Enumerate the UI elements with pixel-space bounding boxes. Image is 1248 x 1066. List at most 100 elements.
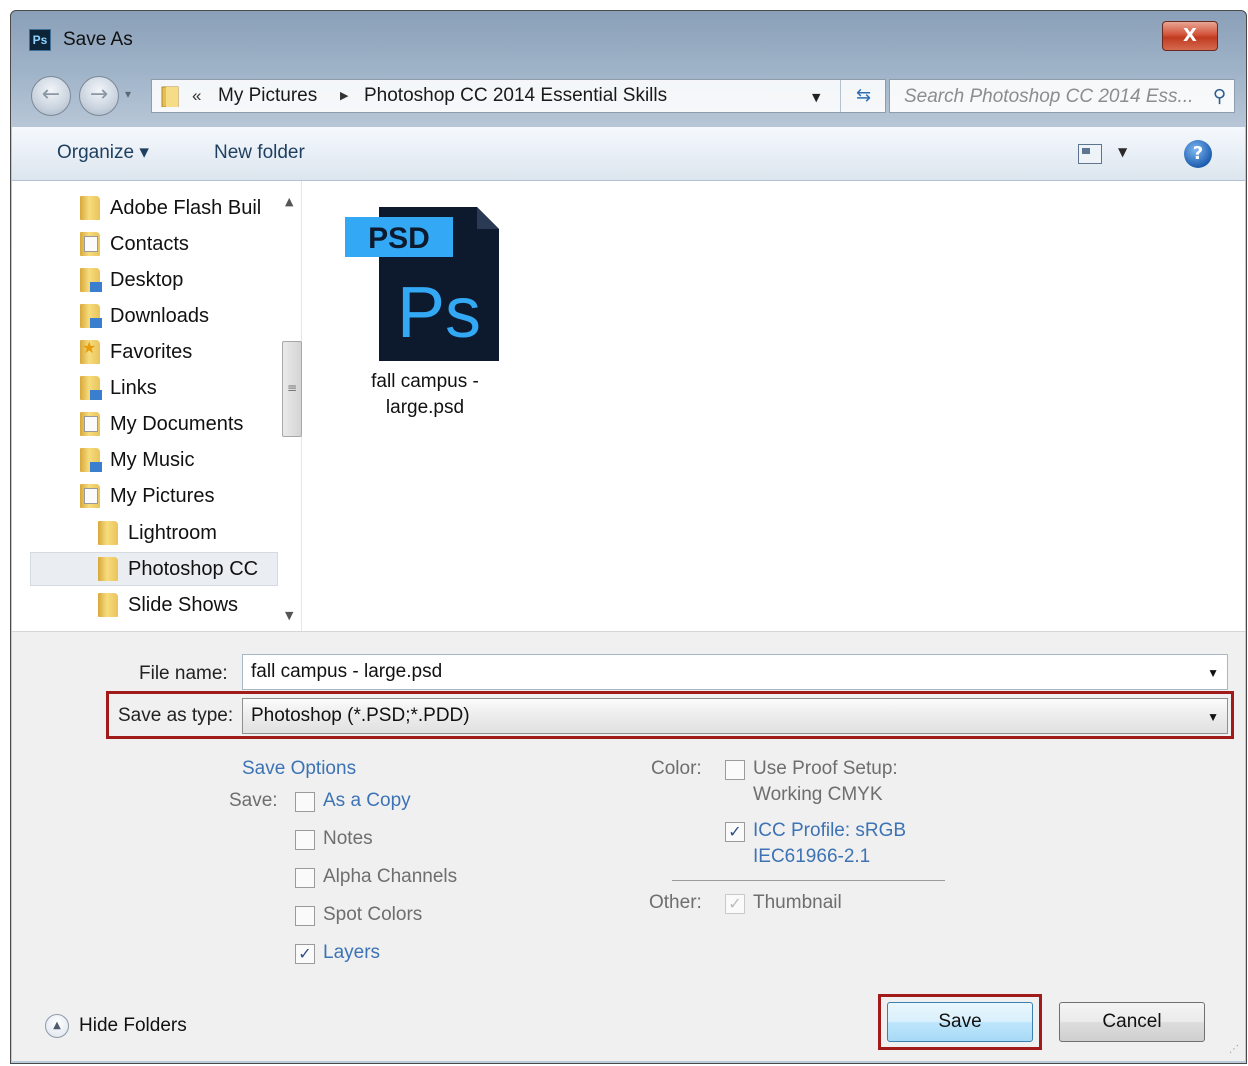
- file-name-line-1: fall campus -: [371, 371, 479, 392]
- desktop-folder-icon: [80, 268, 102, 292]
- navigation-scrollbar[interactable]: ▲ ≡ ▼: [280, 191, 304, 631]
- nav-item-my-documents[interactable]: My Documents: [80, 407, 243, 441]
- resize-grip-icon[interactable]: ⋰: [1229, 1044, 1239, 1055]
- psd-badge-text: PSD: [368, 222, 430, 255]
- command-toolbar: Organize ▾ New folder ▼ ?: [12, 127, 1245, 181]
- scroll-up-icon[interactable]: ▲: [285, 195, 293, 208]
- title-bar[interactable]: Ps Save As X: [11, 11, 1246, 67]
- thumbnail-label: Thumbnail: [753, 892, 842, 913]
- save-options-heading: Save Options: [242, 758, 357, 779]
- nav-item-desktop[interactable]: Desktop: [80, 263, 183, 297]
- back-button[interactable]: ←: [31, 76, 71, 116]
- breadcrumb-overflow[interactable]: «: [192, 85, 201, 107]
- arrow-left-icon: ←: [41, 82, 61, 107]
- photoshop-app-icon: Ps: [29, 29, 51, 51]
- file-name-label: File name:: [139, 663, 228, 684]
- arrow-right-icon: →: [89, 82, 109, 107]
- recent-locations-dropdown-icon[interactable]: ▾: [125, 87, 131, 101]
- nav-item-slide-shows[interactable]: Slide Shows: [98, 588, 238, 622]
- hide-folders-toggle[interactable]: ▲ Hide Folders: [45, 1014, 187, 1038]
- save-as-dialog: Ps Save As X ← → ▾ « My Pictures ▶ Photo…: [10, 10, 1247, 1064]
- nav-item-label: Links: [110, 377, 157, 399]
- address-bar[interactable]: « My Pictures ▶ Photoshop CC 2014 Essent…: [151, 79, 886, 113]
- breadcrumb-separator-icon[interactable]: ▶: [340, 89, 348, 102]
- pictures-folder-icon: [80, 484, 100, 508]
- file-name-dropdown-icon[interactable]: ▼: [1207, 655, 1219, 691]
- scroll-down-icon[interactable]: ▼: [285, 609, 293, 622]
- nav-item-my-pictures[interactable]: My Pictures: [80, 479, 214, 513]
- nav-item-photoshop-cc[interactable]: Photoshop CC: [30, 552, 278, 586]
- nav-item-label: My Documents: [110, 413, 244, 435]
- thumbnail-checkbox: ✓: [725, 894, 745, 914]
- breadcrumb-my-pictures[interactable]: My Pictures: [218, 85, 317, 107]
- change-view-icon[interactable]: [1078, 144, 1102, 164]
- spot-colors-checkbox[interactable]: [295, 906, 315, 926]
- browser-panes: Adobe Flash Buil Contacts Desktop Downlo…: [12, 181, 1245, 631]
- nav-item-label: My Pictures: [110, 485, 215, 507]
- search-icon[interactable]: ⚲: [1213, 86, 1226, 107]
- folder-icon: [161, 86, 179, 107]
- use-proof-setup-checkbox[interactable]: [725, 760, 745, 780]
- help-icon[interactable]: ?: [1184, 140, 1212, 168]
- nav-item-adobe-flash-builder[interactable]: Adobe Flash Buil: [80, 191, 261, 225]
- file-list[interactable]: PSD Ps fall campus - large.psd: [303, 181, 1245, 631]
- nav-item-label: Photoshop CC: [128, 558, 259, 580]
- forward-button[interactable]: →: [79, 76, 119, 116]
- cancel-button[interactable]: Cancel: [1059, 1002, 1205, 1042]
- links-folder-icon: [80, 376, 102, 400]
- refresh-button[interactable]: ⇆: [840, 80, 886, 112]
- file-name-input[interactable]: fall campus - large.psd ▼: [242, 654, 1228, 690]
- layers-label[interactable]: Layers: [323, 940, 380, 966]
- save-as-type-highlight: [106, 691, 1234, 739]
- checkmark-icon: ✓: [728, 822, 742, 841]
- nav-item-label: Desktop: [110, 269, 184, 291]
- navigation-pane: Adobe Flash Buil Contacts Desktop Downlo…: [12, 181, 302, 631]
- options-divider: [672, 880, 945, 881]
- folder-icon: [98, 521, 118, 545]
- nav-item-label: Slide Shows: [128, 594, 239, 616]
- documents-folder-icon: [80, 412, 100, 436]
- file-name-line-2: large.psd: [385, 397, 465, 418]
- save-label: Save:: [229, 790, 278, 811]
- refresh-icon: ⇆: [855, 85, 872, 106]
- nav-item-links[interactable]: Links: [80, 371, 157, 405]
- checkmark-icon: ✓: [728, 894, 742, 913]
- close-button[interactable]: X: [1162, 21, 1218, 51]
- use-proof-setup-profile: Working CMYK: [753, 784, 883, 805]
- icc-profile-label[interactable]: ICC Profile: sRGB: [753, 818, 906, 844]
- checkmark-icon: ✓: [298, 944, 312, 963]
- file-name-value: fall campus - large.psd: [251, 661, 443, 682]
- organize-button[interactable]: Organize ▾: [57, 141, 149, 165]
- nav-item-contacts[interactable]: Contacts: [80, 227, 189, 261]
- file-item-fall-campus[interactable]: PSD Ps fall campus - large.psd: [339, 201, 499, 421]
- spot-colors-label: Spot Colors: [323, 904, 423, 925]
- psd-file-icon: PSD Ps: [345, 207, 499, 361]
- nav-item-label: Downloads: [110, 305, 209, 327]
- nav-item-lightroom[interactable]: Lightroom: [98, 516, 217, 550]
- alpha-channels-checkbox[interactable]: [295, 868, 315, 888]
- new-folder-button[interactable]: New folder: [214, 141, 305, 165]
- other-label: Other:: [649, 892, 702, 913]
- collapse-up-icon: ▲: [45, 1014, 69, 1038]
- search-input[interactable]: Search Photoshop CC 2014 Ess... ⚲: [889, 79, 1235, 113]
- notes-checkbox[interactable]: [295, 830, 315, 850]
- downloads-folder-icon: [80, 304, 102, 328]
- alpha-channels-label: Alpha Channels: [323, 866, 458, 887]
- layers-checkbox[interactable]: ✓: [295, 944, 315, 964]
- breadcrumb-current-folder[interactable]: Photoshop CC 2014 Essential Skills: [364, 85, 667, 107]
- nav-item-downloads[interactable]: Downloads: [80, 299, 209, 333]
- icc-profile-checkbox[interactable]: ✓: [725, 822, 745, 842]
- nav-item-my-music[interactable]: My Music: [80, 443, 194, 477]
- search-placeholder: Search Photoshop CC 2014 Ess...: [904, 86, 1194, 107]
- scrollbar-thumb[interactable]: ≡: [282, 341, 302, 437]
- music-folder-icon: [80, 448, 102, 472]
- as-a-copy-label[interactable]: As a Copy: [323, 788, 411, 814]
- file-name-label: fall campus - large.psd: [339, 369, 511, 421]
- address-dropdown-icon[interactable]: ▼: [812, 91, 820, 104]
- as-a-copy-checkbox[interactable]: [295, 792, 315, 812]
- favorites-folder-icon: [80, 338, 100, 364]
- nav-item-favorites[interactable]: Favorites: [80, 335, 192, 369]
- navigation-bar: ← → ▾ « My Pictures ▶ Photoshop CC 2014 …: [11, 71, 1246, 117]
- folder-icon: [80, 196, 100, 220]
- view-options-dropdown-icon[interactable]: ▼: [1118, 145, 1127, 159]
